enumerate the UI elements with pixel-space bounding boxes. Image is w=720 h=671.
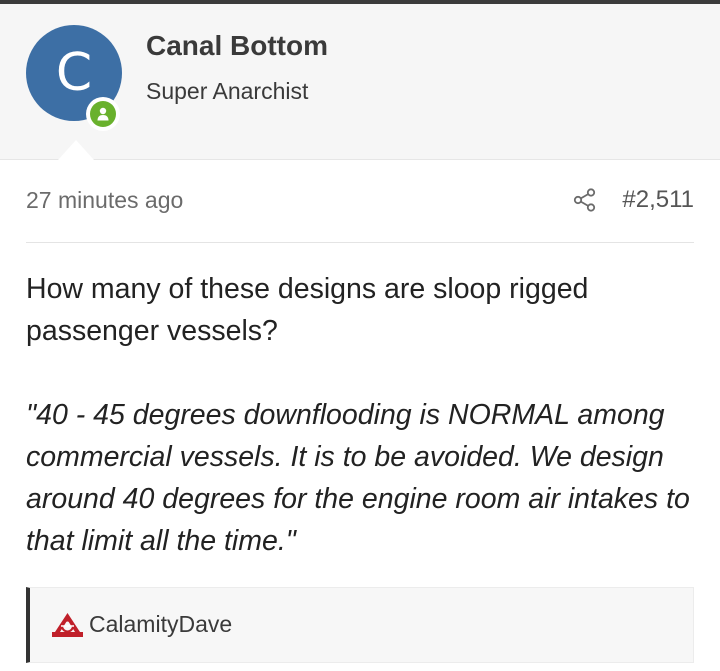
author-name[interactable]: Canal Bottom: [146, 30, 328, 62]
signature-block: CalamityDave: [26, 587, 694, 663]
author-header: C Canal Bottom Super Anarchist: [0, 4, 720, 160]
user-online-icon: [90, 101, 116, 127]
post-body-text: How many of these designs are sloop rigg…: [26, 273, 589, 347]
post-pointer: [58, 140, 94, 160]
author-rank: Super Anarchist: [146, 78, 309, 104]
post-timestamp[interactable]: 27 minutes ago: [26, 187, 183, 214]
post-number-link[interactable]: #2,511: [622, 186, 694, 214]
online-status-badge: [86, 97, 120, 131]
signature-name[interactable]: CalamityDave: [89, 611, 232, 638]
post-meta-row: 27 minutes ago #2,511: [26, 161, 694, 243]
quoted-text: "40 - 45 degrees downflooding is NORMAL …: [26, 399, 690, 557]
anarchy-logo-icon: [51, 612, 84, 638]
share-icon[interactable]: [572, 187, 598, 213]
